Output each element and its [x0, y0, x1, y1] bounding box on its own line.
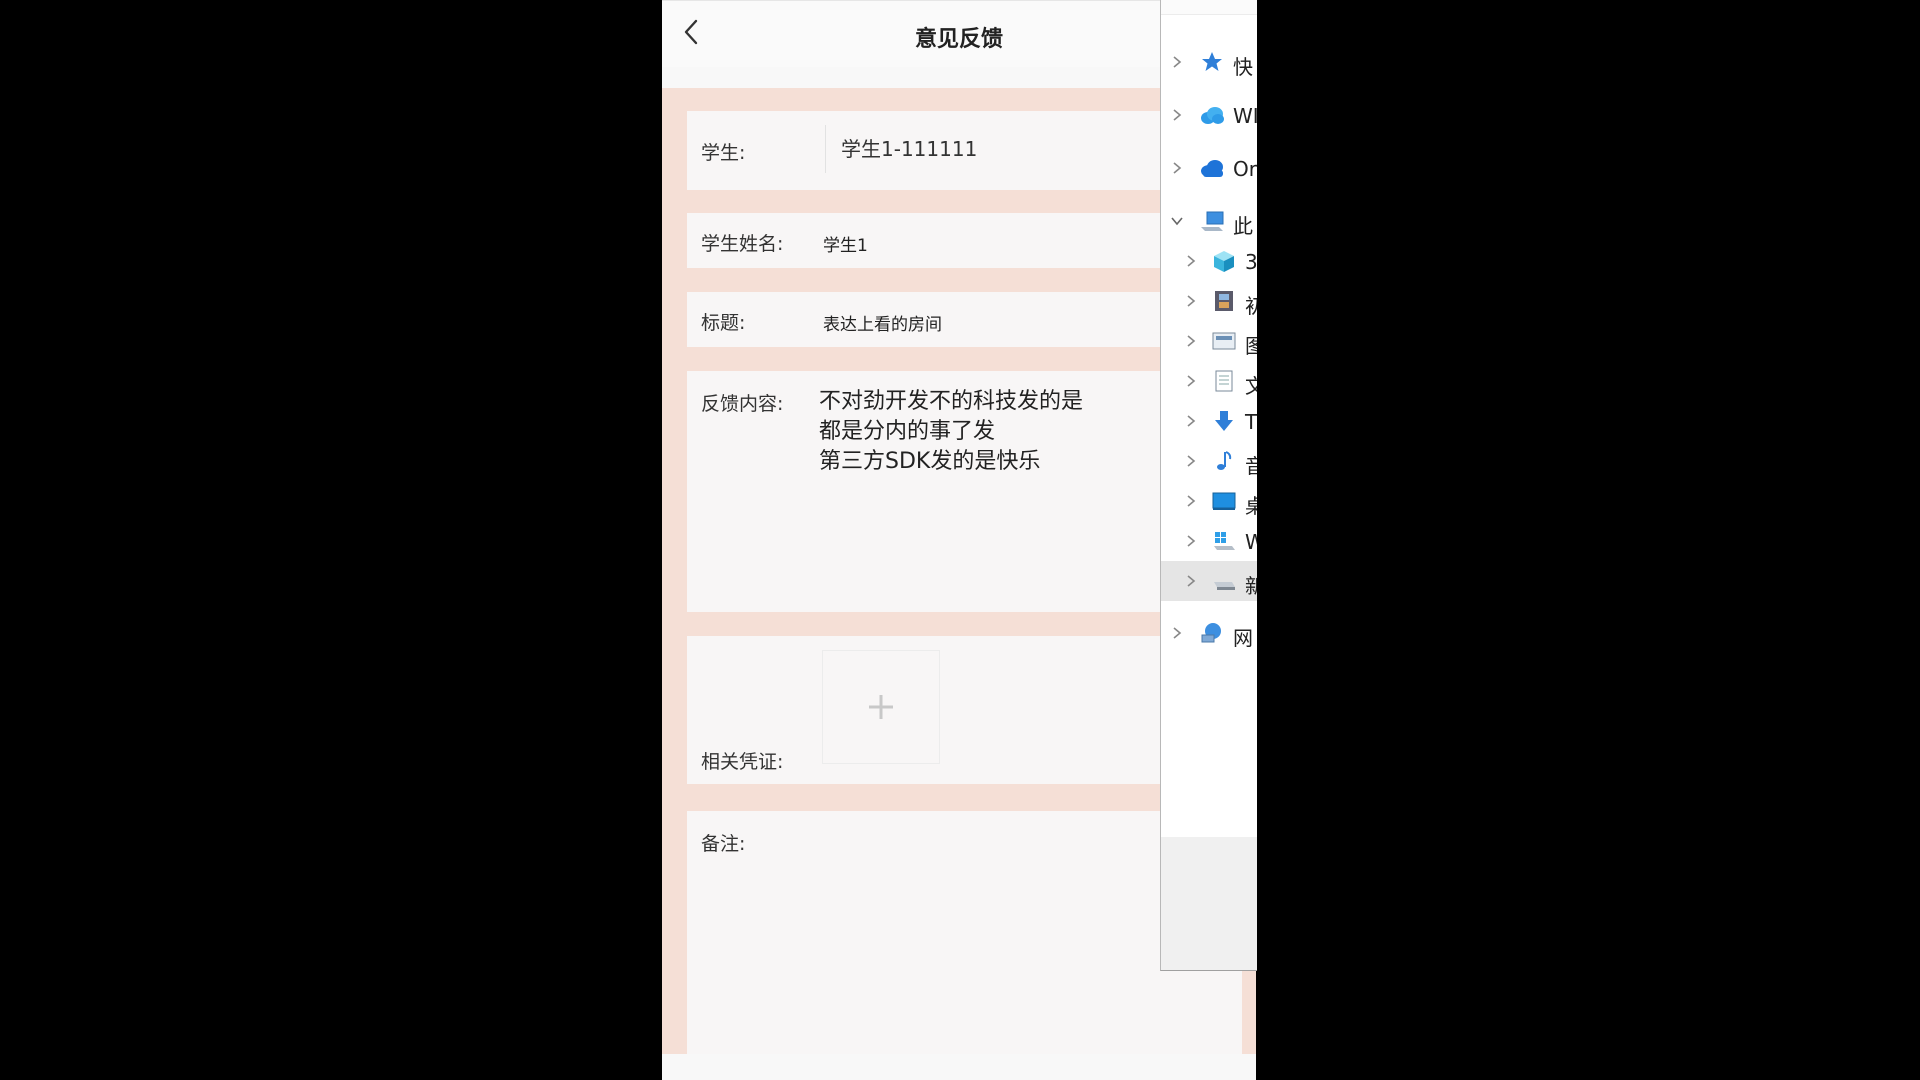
nav-item-onedrive[interactable]: Or [1161, 148, 1257, 188]
explorer-toolbar-edge [1161, 0, 1257, 15]
nav-label: WI [1233, 104, 1257, 128]
explorer-empty-area [1161, 837, 1257, 970]
nav-label: 此 [1233, 214, 1253, 238]
nav-item-desktop[interactable]: 桌 [1161, 481, 1257, 521]
chevron-right-icon [1187, 375, 1196, 387]
computer-icon [1201, 211, 1224, 231]
remarks-label: 备注: [701, 833, 746, 855]
cloud-icon [1201, 107, 1224, 124]
attachment-label: 相关凭证: [701, 751, 784, 773]
chevron-right-icon [1173, 109, 1182, 121]
subject-row: 标题: 表达上看的房间 [687, 292, 1242, 347]
nav-label: 新 [1245, 570, 1257, 599]
chevron-right-icon [1187, 535, 1196, 547]
subject-label: 标题: [701, 312, 746, 334]
chevron-right-icon [1187, 455, 1196, 467]
chevron-right-icon [1187, 295, 1196, 307]
student-row: 学生: 学生1-111111 [687, 111, 1242, 190]
nav-label: 音 [1245, 450, 1257, 479]
student-name-label: 学生姓名: [701, 233, 784, 255]
content-row: 反馈内容: 不对劲开发不的科技发的是 都是分内的事了发 第三方SDK发的是快乐 [687, 371, 1242, 612]
nav-label: 初 [1245, 290, 1257, 319]
network-icon [1201, 623, 1221, 643]
nav-label: 图 [1245, 330, 1257, 359]
chevron-down-icon [1171, 217, 1183, 226]
documents-icon [1215, 370, 1233, 392]
star-icon [1202, 52, 1222, 71]
nav-item-pictures[interactable]: 图 [1161, 321, 1257, 361]
content-line: 不对劲开发不的科技发的是 [819, 389, 1084, 414]
upload-image-button[interactable] [822, 650, 940, 764]
onedrive-icon [1201, 160, 1223, 177]
nav-label: T [1245, 410, 1257, 434]
nav-item-videos[interactable]: 初 [1161, 281, 1257, 321]
subject-value[interactable]: 表达上看的房间 [823, 310, 942, 335]
3d-objects-icon [1214, 251, 1234, 272]
nav-item-this-pc[interactable]: 此 [1161, 201, 1257, 241]
music-icon [1217, 451, 1232, 470]
nav-label: 文 [1245, 370, 1257, 399]
nav-label: 桌 [1245, 490, 1257, 519]
nav-label: W [1245, 530, 1257, 554]
nav-item-network[interactable]: 网 [1161, 613, 1257, 653]
nav-label: 网 [1233, 626, 1253, 650]
nav-item-new-volume[interactable]: 新 [1161, 561, 1257, 601]
pictures-icon [1212, 332, 1236, 350]
content-label: 反馈内容: [701, 393, 784, 415]
student-name-value: 学生1 [823, 236, 868, 256]
content-textarea[interactable]: 不对劲开发不的科技发的是 都是分内的事了发 第三方SDK发的是快乐 [819, 387, 1219, 477]
student-name-row: 学生姓名: 学生1 [687, 213, 1242, 268]
content-line: 都是分内的事了发 [819, 419, 996, 444]
content-line: 第三方SDK发的是快乐 [819, 449, 1041, 474]
chevron-right-icon [1173, 56, 1182, 68]
nav-item-documents[interactable]: 文 [1161, 361, 1257, 401]
drive-icon [1214, 582, 1235, 590]
chevron-right-icon [1173, 162, 1182, 174]
nav-label: Or [1233, 157, 1257, 181]
desktop-icon [1212, 492, 1236, 510]
attachment-row: 相关凭证: [687, 636, 1242, 784]
nav-item-quick-access[interactable]: 快 [1161, 42, 1257, 82]
chevron-right-icon [1187, 335, 1196, 347]
nav-item-3d-objects[interactable]: 3 [1161, 241, 1257, 281]
file-explorer-nav-pane: 快 WI Or 此 3 初 [1160, 0, 1257, 971]
nav-item-wps-cloud[interactable]: WI [1161, 95, 1257, 135]
nav-item-downloads[interactable]: T [1161, 401, 1257, 441]
chevron-right-icon [1187, 255, 1196, 267]
chevron-right-icon [1187, 415, 1196, 427]
chevron-right-icon [1173, 627, 1182, 639]
nav-item-music[interactable]: 音 [1161, 441, 1257, 481]
nav-label: 快 [1233, 55, 1253, 79]
windows-drive-icon [1214, 532, 1235, 550]
remarks-row: 备注: [687, 811, 1242, 1054]
chevron-right-icon [1187, 495, 1196, 507]
student-input[interactable]: 学生1-111111 [825, 125, 1155, 173]
video-icon [1215, 291, 1233, 311]
nav-label: 3 [1245, 250, 1257, 274]
student-label: 学生: [701, 142, 746, 164]
plus-icon [869, 695, 893, 719]
chevron-right-icon [1187, 575, 1196, 587]
nav-item-windows-drive[interactable]: W [1161, 521, 1257, 561]
downloads-icon [1215, 411, 1233, 431]
